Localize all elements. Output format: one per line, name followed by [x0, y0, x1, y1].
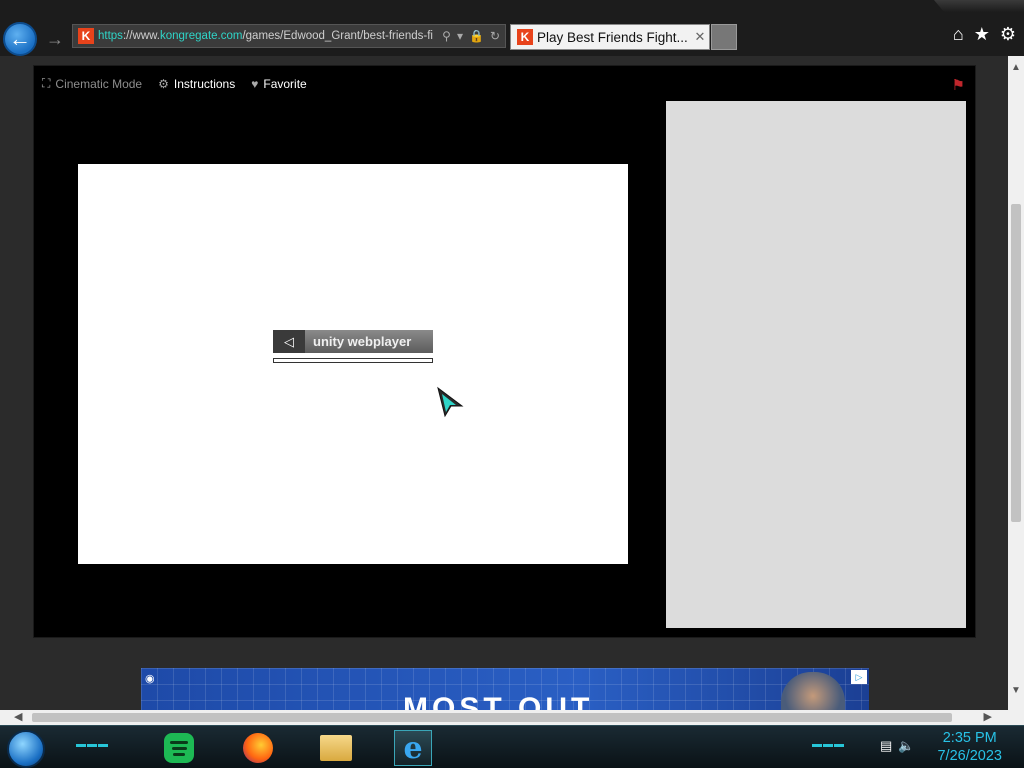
star-icon[interactable]: ★ — [974, 24, 990, 45]
horizontal-scrollbar[interactable]: ◀ ▶ — [0, 710, 1008, 725]
mouse-cursor-icon — [437, 386, 464, 418]
system-tray: ▤ 🔈 — [880, 738, 914, 754]
adchoices-icon[interactable]: ▷ — [851, 670, 867, 684]
close-icon[interactable]: ✕ — [691, 29, 709, 45]
instructions-button[interactable]: ⚙ Instructions — [158, 77, 235, 91]
lock-icon[interactable]: 🔒 — [469, 29, 484, 43]
gear-icon[interactable]: ⚙ — [1000, 24, 1016, 45]
url-path: /games/Edwood_Grant/best-friends-fi — [242, 30, 433, 42]
cinematic-mode-button[interactable]: ⛶ Cinematic Mode — [42, 76, 142, 91]
tab-active[interactable]: K Play Best Friends Fight... ✕ — [510, 24, 710, 50]
side-ad-placeholder — [666, 101, 966, 628]
horizontal-scroll-thumb[interactable] — [32, 713, 952, 722]
taskbar-decoration-right: ▬▬▬ — [812, 739, 845, 750]
unity-loader: ◁ unity webplayer — [273, 330, 433, 364]
cinematic-mode-label: Cinematic Mode — [55, 76, 143, 91]
url-scheme: https — [98, 30, 123, 42]
forward-button[interactable]: → — [44, 28, 66, 50]
internet-explorer-icon: e — [403, 730, 423, 766]
chrome-toolbar-icons: ⌂ ★ ⚙ — [953, 24, 1016, 45]
badge-icon: ◉ — [145, 673, 155, 685]
unity-logo-bar: ◁ unity webplayer — [273, 330, 433, 353]
instructions-icon: ⚙ — [158, 76, 169, 91]
refresh-icon[interactable]: ↻ — [490, 29, 500, 43]
taskbar-clock[interactable]: 2:35 PM 7/26/2023 — [937, 729, 1002, 765]
address-bar[interactable]: K https://www. kongregate.com/games/Edwoo… — [72, 24, 506, 48]
tab-favicon: K — [517, 29, 533, 45]
spotify-icon — [164, 733, 194, 763]
scroll-up-icon[interactable]: ▲ — [1011, 62, 1021, 73]
clock-date: 7/26/2023 — [937, 748, 1002, 764]
vertical-scroll-thumb[interactable] — [1011, 204, 1021, 522]
report-flag-icon[interactable]: ⚑ — [952, 76, 965, 94]
ad-banner[interactable]: ◉ MOST OUT ▷ — [141, 668, 869, 710]
game-toolbar: ⛶ Cinematic Mode ⚙ Instructions ♥ Favori… — [42, 76, 323, 91]
scrollbar-corner — [1008, 710, 1024, 725]
taskbar-decoration-left: ▬▬▬ — [76, 739, 109, 750]
start-button[interactable] — [7, 730, 45, 768]
firefox-icon — [243, 733, 273, 763]
unity-progress-bar — [273, 358, 433, 363]
folder-icon — [320, 735, 352, 761]
url-pre-domain: ://www. — [122, 30, 160, 42]
tab-title: Play Best Friends Fight... — [537, 29, 688, 45]
instructions-label: Instructions — [173, 76, 236, 91]
scroll-left-icon[interactable]: ◀ — [14, 710, 22, 723]
back-button[interactable]: ← — [3, 22, 37, 56]
game-canvas[interactable]: ◁ unity webplayer — [78, 164, 628, 564]
firefox-app[interactable] — [239, 730, 277, 766]
browser-chrome: ← → K https://www. kongregate.com/games/E… — [0, 0, 1024, 56]
dropdown-icon[interactable]: ▾ — [457, 29, 463, 43]
heart-icon: ♥ — [251, 76, 259, 91]
site-favicon: K — [78, 28, 94, 44]
url-domain: kongregate.com — [160, 30, 243, 42]
search-icon[interactable]: ⚲ — [442, 29, 451, 43]
new-tab-button[interactable] — [711, 24, 737, 50]
game-frame: ⛶ Cinematic Mode ⚙ Instructions ♥ Favori… — [33, 65, 976, 638]
banner-text: MOST OUT — [403, 692, 594, 710]
chrome-decoration — [934, 0, 1024, 12]
unity-icon: ◁ — [273, 330, 305, 353]
home-icon[interactable]: ⌂ — [953, 24, 964, 45]
expand-icon: ⛶ — [42, 76, 51, 90]
scroll-down-icon[interactable]: ▼ — [1011, 685, 1021, 696]
favorite-label: Favorite — [263, 76, 307, 91]
file-explorer-app[interactable] — [317, 730, 355, 766]
unity-loader-text: unity webplayer — [313, 334, 412, 349]
scroll-right-icon[interactable]: ▶ — [984, 710, 992, 723]
vertical-scrollbar[interactable]: ▲ ▼ — [1008, 56, 1024, 710]
volume-icon[interactable]: 🔈 — [898, 738, 914, 754]
clock-time: 2:35 PM — [942, 730, 997, 746]
taskbar: ▬▬▬ e ▬▬▬ ▤ 🔈 2:35 PM 7/26/2023 — [0, 725, 1024, 768]
arrow-right-icon: → — [46, 28, 64, 49]
spotify-app[interactable] — [160, 730, 198, 766]
network-icon[interactable]: ▤ — [880, 738, 892, 754]
page-viewport: ⛶ Cinematic Mode ⚙ Instructions ♥ Favori… — [0, 56, 1008, 710]
favorite-button[interactable]: ♥ Favorite — [251, 77, 306, 91]
internet-explorer-app[interactable]: e — [394, 730, 432, 766]
arrow-left-icon: ← — [9, 26, 31, 51]
